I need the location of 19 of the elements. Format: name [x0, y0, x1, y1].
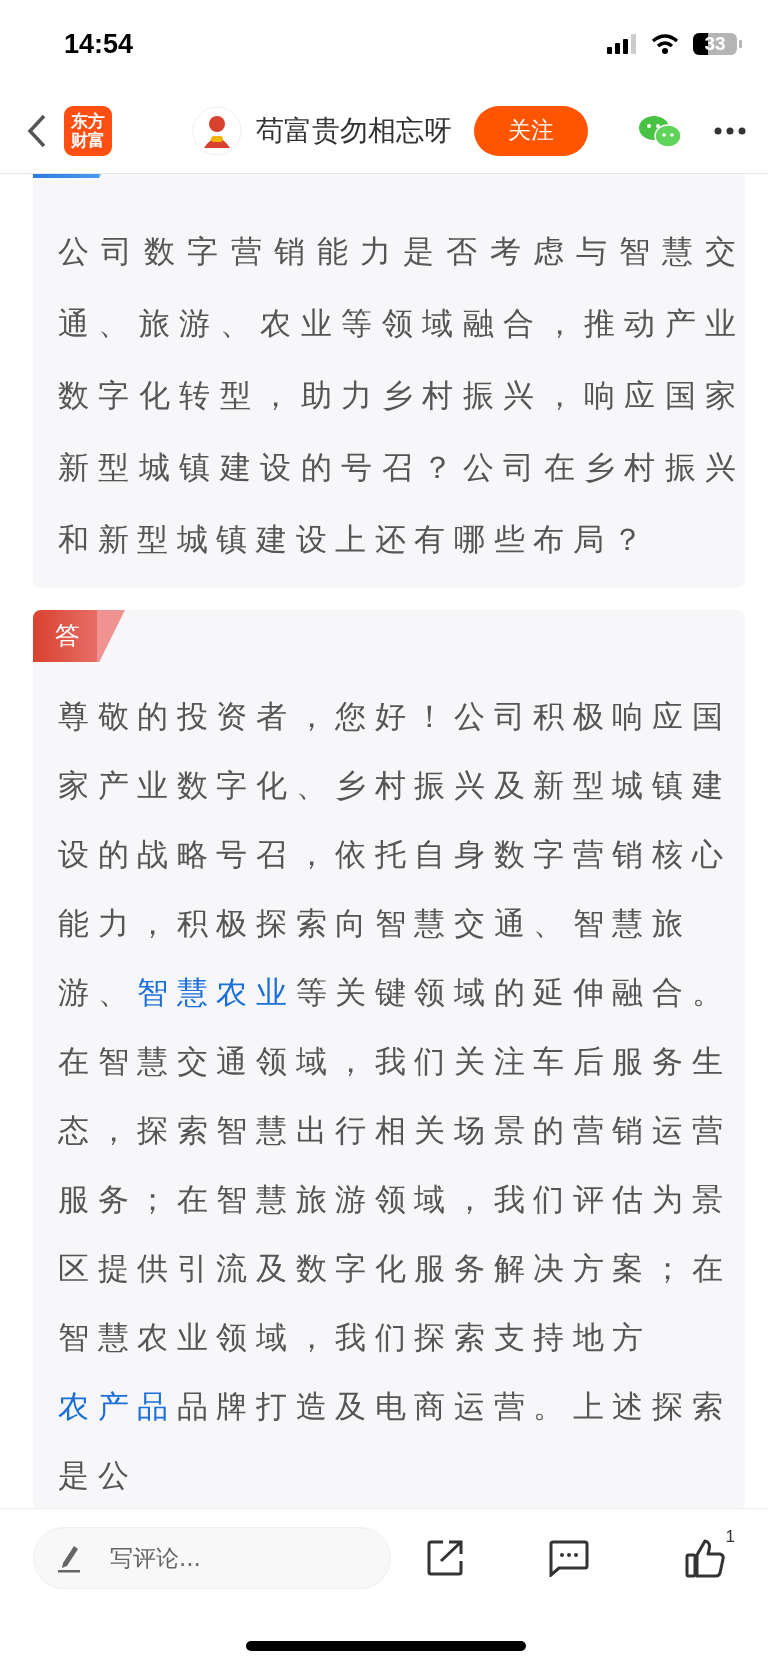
- app-logo[interactable]: 东方 财富: [64, 105, 112, 156]
- author-name[interactable]: 苟富贵勿相忘呀: [256, 109, 452, 152]
- thumbs-up-icon[interactable]: [685, 1537, 725, 1578]
- wifi-icon: [651, 34, 679, 54]
- follow-button[interactable]: 关注: [474, 105, 588, 156]
- question-text: 公司数字营销能力是否考虑与智慧交通、旅游、农业等领域融合，推动产业数字化转型，助力乡村振兴，响应国家新型城镇建设的号召？公司在乡村振兴和新型城镇建设上还有哪些布局？: [57, 232, 745, 559]
- signal-icon: [607, 34, 637, 54]
- answer-text: 尊敬的投资者，您好！公司积极响应国家产业数字化、乡村振兴及新型城镇建设的战略号召，依托自身数字营销核心能力，积极探索向智慧交通、智慧旅游、智慧农业 等关键领域的延伸融合。在智慧交通领域，我们关注车后服务生态，探索智慧出行相关场景的营销运营服务；在智慧旅游领域，我们评估为景区提供引流及数字化服务解决方案；在智慧农业领域，我们探索支持地方 农产品 品牌打造及电商运营。上述探索是公: [57, 697, 733, 1495]
- text-link[interactable]: 农产品: [58, 1388, 177, 1424]
- answer-tag: 答: [33, 610, 125, 662]
- comment-icon[interactable]: [549, 1538, 589, 1577]
- comment-field[interactable]: 写评论...: [33, 1526, 391, 1589]
- text-link[interactable]: 智慧农业: [137, 974, 296, 1010]
- like-count: 1: [725, 1525, 735, 1548]
- avatar[interactable]: [192, 105, 242, 156]
- back-icon[interactable]: [26, 112, 48, 149]
- status-time: 14:54: [64, 27, 134, 61]
- share-icon[interactable]: [427, 1538, 465, 1577]
- more-icon[interactable]: [714, 126, 746, 135]
